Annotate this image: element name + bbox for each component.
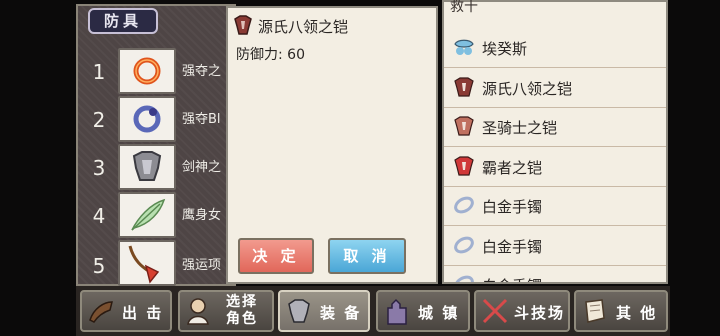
slot-item-4[interactable] (118, 192, 176, 238)
menu-label: 斗技场 (514, 304, 566, 322)
item-list[interactable]: 埃癸斯源氏八领之铠圣骑士之铠霸者之铠白金手镯白金手镯白金手镯 (442, 0, 668, 284)
bracelet-icon (454, 275, 474, 282)
armor-icon (454, 116, 474, 136)
armor-icon (132, 151, 162, 181)
list-item[interactable]: 霸者之铠 (444, 148, 666, 187)
list-item[interactable]: 埃癸斯 (444, 29, 666, 68)
menu-label-line1: 选择 (226, 294, 258, 310)
cancel-button[interactable]: 取 消 (328, 238, 406, 274)
armor-icon (454, 76, 474, 97)
blue-ring-icon (133, 105, 161, 133)
other-button[interactable]: 其 他 (574, 290, 668, 332)
slot-item-5[interactable] (118, 240, 176, 286)
list-item-label: 白金手镯 (482, 237, 543, 256)
town-button[interactable]: 城 镇 (376, 290, 470, 332)
list-item-label: 霸者之铠 (482, 158, 543, 177)
arena-button[interactable]: 斗技场 (474, 290, 570, 332)
menu-label-line2: 角色 (226, 311, 258, 327)
crossed-swords-icon (482, 298, 508, 324)
castle-icon (387, 298, 407, 325)
list-item-label: 埃癸斯 (482, 40, 528, 58)
confirm-button[interactable]: 决 定 (238, 238, 314, 274)
horn-icon (89, 301, 113, 323)
item-defense-stat: 防御力: 60 (236, 47, 305, 63)
item-detail-title: 源氏八领之铠 (258, 18, 349, 36)
list-item-label: 圣骑士之铠 (482, 119, 558, 137)
red-ring-icon (133, 57, 161, 85)
menu-label: 城 镇 (418, 304, 460, 322)
category-tab-armor[interactable]: 防具 (88, 8, 158, 34)
armor-icon (454, 155, 474, 176)
feather-icon (131, 198, 166, 231)
slot-number: 3 (92, 156, 106, 180)
necklace-icon (128, 245, 160, 284)
equip-button[interactable]: 装 备 (278, 290, 370, 332)
slot-number: 2 (92, 108, 106, 132)
scroll-icon (585, 299, 605, 323)
bracelet-icon (454, 236, 474, 253)
shield-icon (454, 39, 474, 55)
list-item[interactable]: 白金手镯 (444, 187, 666, 226)
list-item[interactable]: 白金手镯 (444, 266, 666, 282)
slot-number: 5 (92, 254, 106, 278)
list-item[interactable]: 圣骑士之铠 (444, 108, 666, 147)
slot-number: 4 (92, 204, 106, 228)
character-icon (187, 298, 209, 325)
sortie-button[interactable]: 出 击 (80, 290, 172, 332)
list-item[interactable]: 白金手镯 (444, 227, 666, 266)
list-item-partial: 救十 (450, 0, 478, 15)
armor-icon (288, 299, 310, 323)
menu-label: 其 他 (616, 304, 658, 322)
select-character-button[interactable]: 选择 角色 (178, 290, 274, 332)
slot-number: 1 (92, 60, 106, 84)
bracelet-icon (454, 196, 474, 214)
slot-item-2[interactable] (118, 96, 176, 142)
slot-item-3[interactable] (118, 144, 176, 190)
menu-label: 装 备 (320, 304, 362, 322)
armor-icon (234, 15, 252, 35)
list-item-label: 白金手镯 (482, 275, 542, 282)
slot-item-1[interactable] (118, 48, 176, 94)
list-item-label: 白金手镯 (482, 198, 543, 216)
list-item[interactable]: 源氏八领之铠 (444, 69, 666, 108)
menu-label: 出 击 (122, 304, 164, 322)
list-item-label: 源氏八领之铠 (482, 79, 573, 98)
